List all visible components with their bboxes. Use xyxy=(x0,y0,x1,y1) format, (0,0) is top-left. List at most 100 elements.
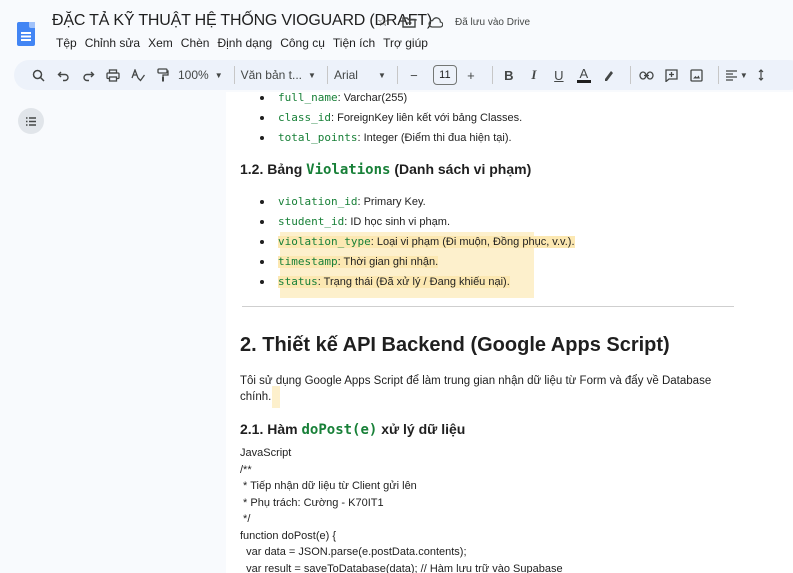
list-item: full_name: Varchar(255) xyxy=(240,92,522,108)
list-item: total_points: Integer (Điểm thi đua hiện… xyxy=(240,128,522,148)
zoom-select[interactable]: 100% ▼ xyxy=(178,64,223,86)
cloud-saved-icon[interactable] xyxy=(427,14,443,30)
increase-font-size-button[interactable]: + xyxy=(461,64,481,86)
code-line: /** xyxy=(240,463,252,476)
undo-icon[interactable] xyxy=(53,64,73,86)
heading-prefix: 2.1. Hàm xyxy=(240,421,302,437)
menu-format[interactable]: Định dạng xyxy=(213,36,276,50)
save-status[interactable]: Đã lưu vào Drive xyxy=(455,17,530,28)
heading-suffix: (Danh sách vi phạm) xyxy=(390,161,532,177)
toolbar-divider xyxy=(326,66,328,84)
paint-format-icon[interactable] xyxy=(153,64,173,86)
spellcheck-icon[interactable] xyxy=(128,64,148,86)
heading-code: doPost(e) xyxy=(301,422,378,438)
highlight-color-icon[interactable] xyxy=(599,64,619,86)
title-actions: ☆ Đã lưu vào Drive xyxy=(375,14,530,30)
horizontal-rule xyxy=(242,306,734,307)
code-line: * Phụ trách: Cường - K70IT1 xyxy=(240,496,384,509)
list-item: class_id: ForeignKey liên kết với bảng C… xyxy=(240,108,522,128)
heading-prefix: 1.2. Bảng xyxy=(240,161,307,177)
underline-button[interactable]: U xyxy=(549,64,569,86)
zoom-value: 100% xyxy=(178,68,209,82)
line-spacing-icon[interactable] xyxy=(753,64,773,86)
toolbar-divider xyxy=(629,66,631,84)
field-code: class_id xyxy=(278,111,331,124)
code-line: var data = JSON.parse(e.postData.content… xyxy=(240,546,467,558)
style-select[interactable]: Văn bản t... ▼ xyxy=(241,64,316,86)
star-icon[interactable]: ☆ xyxy=(375,14,391,30)
chevron-down-icon: ▼ xyxy=(308,70,316,80)
print-icon[interactable] xyxy=(103,64,123,86)
list-item: violation_id: Primary Key. xyxy=(240,192,575,212)
field-code: violation_type xyxy=(278,235,371,248)
field-code: student_id xyxy=(278,215,345,228)
chevron-down-icon: ▼ xyxy=(739,70,748,80)
students-fields-list: full_name: Varchar(255) class_id: Foreig… xyxy=(240,92,522,148)
toolbar-divider xyxy=(717,66,719,84)
docs-logo-icon[interactable] xyxy=(17,22,35,46)
paragraph-line: chính. xyxy=(240,391,272,403)
bold-button[interactable]: B xyxy=(499,64,519,86)
field-desc: : ForeignKey liên kết với bảng Classes. xyxy=(330,112,523,124)
menu-help[interactable]: Trợ giúp xyxy=(379,36,432,50)
code-line: * Tiếp nhận dữ liệu từ Client gửi lên xyxy=(240,480,417,492)
add-comment-icon[interactable] xyxy=(662,64,682,86)
toolbar-divider xyxy=(491,66,493,84)
search-menus-icon[interactable] xyxy=(28,64,48,86)
field-code: total_points xyxy=(278,131,358,144)
field-code: timestamp xyxy=(278,255,338,268)
menu-extensions[interactable]: Tiện ích xyxy=(329,36,379,50)
code-line: */ xyxy=(240,513,251,525)
field-desc: : ID học sinh vi phạm. xyxy=(344,216,451,228)
menu-file[interactable]: Tệp xyxy=(52,36,81,50)
field-desc: : Varchar(255) xyxy=(337,92,408,104)
document-page[interactable]: full_name: Varchar(255) class_id: Foreig… xyxy=(226,92,793,573)
align-icon[interactable]: ▼ xyxy=(725,64,748,86)
field-desc: : Trạng thái (Đã xử lý / Đang khiếu nại)… xyxy=(317,276,510,288)
menu-bar: Tệp Chỉnh sửa Xem Chèn Định dạng Công cụ… xyxy=(52,36,432,50)
list-item: timestamp: Thời gian ghi nhận. xyxy=(240,252,575,272)
italic-button[interactable]: I xyxy=(524,64,544,86)
menu-tools[interactable]: Công cụ xyxy=(276,36,329,50)
code-block: JavaScript /** * Tiếp nhận dữ liệu từ Cl… xyxy=(240,445,563,573)
code-line: function doPost(e) { xyxy=(240,529,337,542)
toolbar-divider xyxy=(396,66,398,84)
field-desc: : Integer (Điểm thi đua hiện tại). xyxy=(357,132,512,144)
paragraph-line: Tôi sử dụng Google Apps Script để làm tr… xyxy=(240,375,712,387)
field-desc: : Thời gian ghi nhận. xyxy=(337,256,439,268)
toolbar: 100% ▼ Văn bản t... ▼ Arial ▼ − 11 + B I U … xyxy=(14,60,793,90)
field-desc: : Loại vi phạm (Đi muộn, Đồng phục, v.v.… xyxy=(370,236,575,248)
decrease-font-size-button[interactable]: − xyxy=(404,64,424,86)
code-line: var result = saveToDatabase(data); // Hà… xyxy=(240,562,563,573)
document-outline-button[interactable] xyxy=(18,108,44,134)
font-value: Arial xyxy=(333,68,358,82)
list-item: student_id: ID học sinh vi phạm. xyxy=(240,212,575,232)
redo-icon[interactable] xyxy=(78,64,98,86)
menu-edit[interactable]: Chỉnh sửa xyxy=(81,36,144,50)
text-color-button[interactable]: A xyxy=(574,64,594,86)
heading-violations: 1.2. Bảng Violations (Danh sách vi phạm) xyxy=(240,161,531,178)
font-size-input[interactable]: 11 xyxy=(432,65,457,85)
field-code: full_name xyxy=(278,92,338,104)
field-code: violation_id xyxy=(278,195,358,208)
title-bar: ĐẶC TẢ KỸ THUẬT HỆ THỐNG VIOGUARD (DRAFT… xyxy=(0,0,793,56)
chevron-down-icon: ▼ xyxy=(214,70,223,80)
list-item: violation_type: Loại vi phạm (Đi muộn, Đ… xyxy=(240,232,575,252)
paragraph-api-intro: Tôi sử dụng Google Apps Script để làm tr… xyxy=(240,373,711,405)
menu-view[interactable]: Xem xyxy=(144,36,177,50)
code-line: JavaScript xyxy=(240,447,292,459)
violations-fields-list: violation_id: Primary Key. student_id: I… xyxy=(240,192,575,292)
insert-image-icon[interactable] xyxy=(687,64,707,86)
text-color-label: A xyxy=(579,65,589,81)
move-folder-icon[interactable] xyxy=(401,14,417,30)
chevron-down-icon: ▼ xyxy=(377,70,386,80)
heading-suffix: xử lý dữ liệu xyxy=(377,421,466,437)
insert-link-icon[interactable] xyxy=(637,64,657,86)
text-color-swatch xyxy=(576,79,591,83)
style-value: Văn bản t... xyxy=(240,68,303,82)
list-icon xyxy=(26,116,36,126)
menu-insert[interactable]: Chèn xyxy=(177,36,214,50)
field-code: status xyxy=(278,275,318,288)
field-desc: : Primary Key. xyxy=(357,196,426,208)
font-select[interactable]: Arial ▼ xyxy=(334,64,386,86)
